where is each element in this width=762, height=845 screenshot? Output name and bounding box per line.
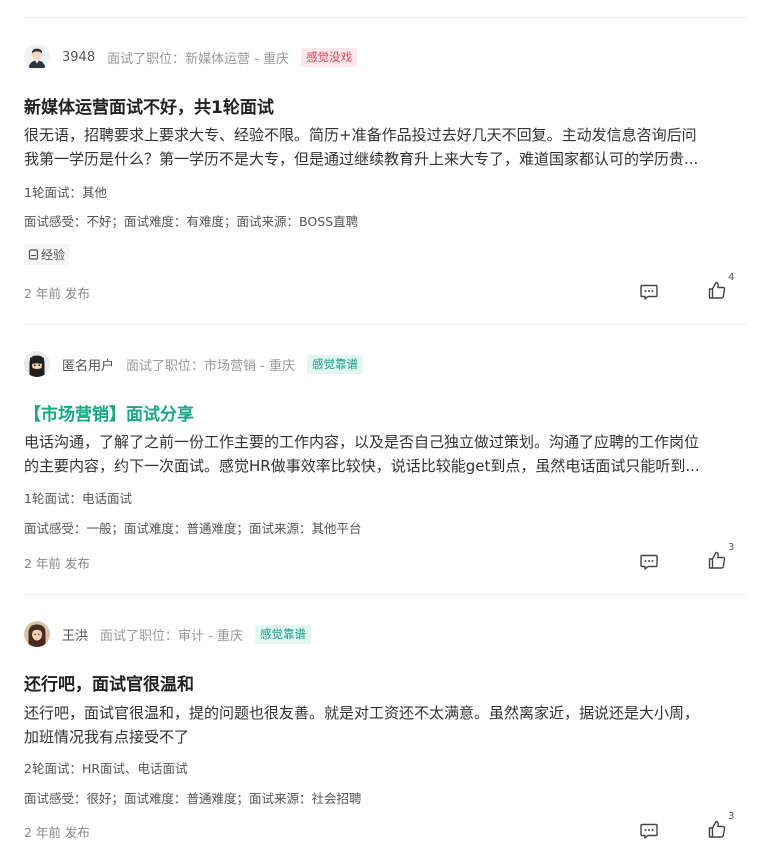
post-body[interactable]: 很无语，招聘要求上要求大专、经验不限。简历+准备作品投过去好几天不回复。主动发信… xyxy=(24,123,746,171)
body-line: 很无语，招聘要求上要求大专、经验不限。简历+准备作品投过去好几天不回复。主动发信… xyxy=(24,126,697,144)
top-divider xyxy=(24,17,746,18)
interview-details: 面试感受：很好；面试难度：普通难度；面试来源：社会招聘 xyxy=(24,791,362,806)
position-text: 面试了职位：新媒体运营 - 重庆 xyxy=(107,51,290,67)
post-body[interactable]: 还行吧，面试官很温和，提的问题也很友善。就是对工资还不太满意。虽然离家近，据说还… xyxy=(24,701,746,749)
like-button[interactable]: 3 xyxy=(707,811,743,843)
comment-button[interactable] xyxy=(639,552,659,572)
experience-tag[interactable]: 经验 xyxy=(24,244,70,265)
body-line: 的主要内容，约下一次面试。感觉HR做事效率比较快，说话比较能get到点，虽然电话… xyxy=(24,457,700,475)
like-button[interactable]: 3 xyxy=(707,542,743,574)
thumbs-up-icon xyxy=(707,281,727,304)
username[interactable]: 3948 xyxy=(62,50,95,65)
bookmark-icon xyxy=(28,249,39,260)
post-title[interactable]: 还行吧，面试官很温和 xyxy=(24,670,194,695)
user-avatar[interactable] xyxy=(24,44,50,70)
interview-details: 面试感受：不好；面试难度：有难度；面试来源：BOSS直聘 xyxy=(24,214,359,229)
published-time: 2 年前 发布 xyxy=(24,825,90,840)
user-avatar[interactable] xyxy=(24,351,50,377)
post-footer: 2 年前 发布 3 xyxy=(24,811,746,843)
post-body[interactable]: 电话沟通，了解了之前一份工作主要的工作内容，以及是否自己独立做过策划。沟通了应聘… xyxy=(24,430,746,478)
post-header: 王洪 面试了职位：审计 - 重庆 感觉靠谱 xyxy=(24,620,311,648)
interview-rounds: 2轮面试：HR面试、电话面试 xyxy=(24,761,188,776)
post-footer: 2 年前 发布 3 xyxy=(24,542,746,574)
post-header: 匿名用户 面试了职位：市场营销 - 重庆 感觉靠谱 xyxy=(24,350,363,378)
comment-icon xyxy=(639,554,659,576)
post-title[interactable]: 【市场营销】面试分享 xyxy=(24,400,194,425)
comment-button[interactable] xyxy=(639,821,659,841)
comment-icon xyxy=(639,284,659,306)
body-line: 加班情况我有点接受不了 xyxy=(24,728,190,746)
post-header: 3948 面试了职位：新媒体运营 - 重庆 感觉没戏 xyxy=(24,43,358,71)
body-line: 我第一学历是什么？第一学历不是大专，但是通过继续教育升上来大专了，难道国家都认可… xyxy=(24,150,699,168)
thumbs-up-icon xyxy=(707,551,727,574)
user-avatar[interactable] xyxy=(24,621,50,647)
published-time: 2 年前 发布 xyxy=(24,286,90,301)
like-count: 3 xyxy=(728,811,735,822)
comment-button[interactable] xyxy=(639,282,659,302)
like-count: 3 xyxy=(728,542,735,553)
like-count: 4 xyxy=(728,272,735,283)
post-divider xyxy=(24,324,746,325)
tag-label: 经验 xyxy=(41,248,66,262)
feel-badge: 感觉靠谱 xyxy=(306,354,363,374)
feel-badge: 感觉靠谱 xyxy=(254,624,311,644)
username[interactable]: 王洪 xyxy=(62,625,88,644)
like-button[interactable]: 4 xyxy=(707,272,743,304)
post-divider xyxy=(24,594,746,595)
post-title[interactable]: 新媒体运营面试不好，共1轮面试 xyxy=(24,93,274,118)
post-footer: 2 年前 发布 4 xyxy=(24,272,746,304)
position-text: 面试了职位：市场营销 - 重庆 xyxy=(126,358,295,374)
comment-icon xyxy=(639,823,659,845)
body-line: 电话沟通，了解了之前一份工作主要的工作内容，以及是否自己独立做过策划。沟通了应聘… xyxy=(24,433,700,451)
interview-details: 面试感受：一般；面试难度：普通难度；面试来源：其他平台 xyxy=(24,521,362,536)
published-time: 2 年前 发布 xyxy=(24,556,90,571)
position-text: 面试了职位：审计 - 重庆 xyxy=(100,628,243,644)
thumbs-up-icon xyxy=(707,820,727,843)
body-line: 还行吧，面试官很温和，提的问题也很友善。就是对工资还不太满意。虽然离家近，据说还… xyxy=(24,704,700,722)
feel-badge: 感觉没戏 xyxy=(301,47,358,67)
interview-rounds: 1轮面试：电话面试 xyxy=(24,491,132,506)
username[interactable]: 匿名用户 xyxy=(62,355,114,374)
interview-rounds: 1轮面试：其他 xyxy=(24,185,107,200)
